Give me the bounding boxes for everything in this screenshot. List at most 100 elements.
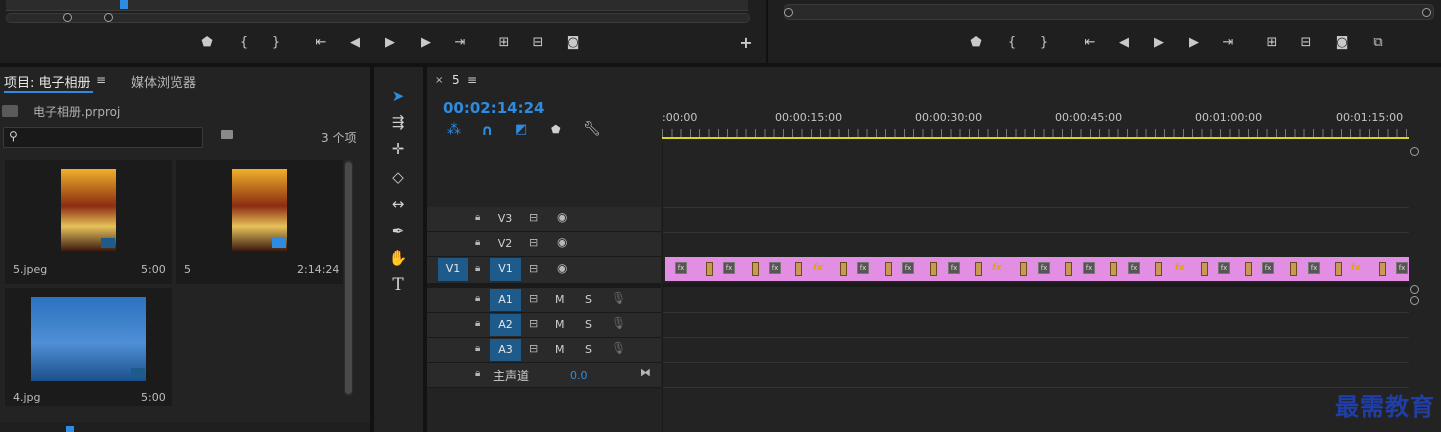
track-target-v1[interactable]: V1: [490, 258, 521, 281]
lock-icon[interactable]: 🔒︎: [475, 343, 480, 354]
lock-icon[interactable]: 🔒︎: [475, 318, 480, 329]
voiceover-mic-icon[interactable]: 🎙︎: [611, 316, 626, 330]
scrollbar-thumb[interactable]: [345, 162, 352, 394]
playhead-timecode[interactable]: 00:02:14:24: [443, 99, 545, 117]
source-playhead[interactable]: [120, 0, 128, 9]
work-area-bar[interactable]: [662, 137, 1409, 139]
selection-tool-icon[interactable]: ➤: [383, 85, 413, 107]
scroll-handle-top[interactable]: [1410, 147, 1419, 156]
transition-icon[interactable]: [1290, 262, 1297, 276]
solo-button[interactable]: S: [585, 318, 592, 331]
voiceover-mic-icon[interactable]: 🎙︎: [611, 341, 626, 355]
transition-icon[interactable]: [795, 262, 802, 276]
razor-tool-icon[interactable]: ◇: [383, 166, 413, 188]
transition-icon[interactable]: [1335, 262, 1342, 276]
program-mark-out-icon[interactable]: }: [1034, 35, 1054, 51]
sync-lock-icon[interactable]: ⊟: [529, 292, 538, 305]
sync-lock-icon[interactable]: ⊟: [529, 317, 538, 330]
extract-icon[interactable]: ⊟: [1296, 35, 1316, 51]
overwrite-icon[interactable]: ⊟: [528, 35, 548, 51]
lock-icon[interactable]: 🔒︎: [475, 237, 480, 248]
lock-icon[interactable]: 🔒︎: [475, 368, 480, 379]
program-export-frame-icon[interactable]: ◙: [1332, 35, 1352, 51]
track-header-v2[interactable]: 🔒︎ V2 ⊟ ◉: [427, 232, 661, 257]
go-to-out-icon[interactable]: ⇥: [450, 35, 470, 51]
program-scrub-bar[interactable]: [784, 4, 1434, 20]
snap-icon[interactable]: ⁂: [447, 122, 461, 138]
transition-icon[interactable]: [1379, 262, 1386, 276]
transition-icon[interactable]: [1065, 262, 1072, 276]
program-zoom-handle-left[interactable]: [784, 8, 793, 17]
insert-icon[interactable]: ⊞: [494, 35, 514, 51]
lock-icon[interactable]: 🔒︎: [475, 293, 480, 304]
sync-lock-icon[interactable]: ⊟: [529, 262, 538, 275]
solo-button[interactable]: S: [585, 293, 592, 306]
track-target-a2[interactable]: A2: [490, 314, 521, 336]
button-editor-plus-icon[interactable]: +: [736, 35, 756, 51]
timeline-menu-icon[interactable]: ≡: [467, 73, 477, 87]
track-header-a3[interactable]: 🔒︎ A3 ⊟ M S 🎙︎: [427, 338, 661, 363]
step-back-icon[interactable]: ◀: [345, 35, 365, 51]
scroll-handle-bottom[interactable]: [1410, 285, 1419, 294]
track-header-a1[interactable]: 🔒︎ A1 ⊟ M S 🎙︎: [427, 288, 661, 313]
solo-button[interactable]: S: [585, 343, 592, 356]
eye-icon[interactable]: ◉: [557, 210, 567, 224]
list-item[interactable]: 4.jpg 5:00: [5, 288, 172, 406]
source-scrub-bar[interactable]: [6, 0, 748, 11]
v1-clip-strip[interactable]: fx fx fx fx fx fx fx fx fx fx fx fx fx f…: [665, 257, 1409, 281]
pen-tool-icon[interactable]: ✒: [383, 220, 413, 242]
mute-button[interactable]: M: [555, 293, 565, 306]
sequence-tab[interactable]: 5: [452, 73, 460, 87]
type-tool-icon[interactable]: T: [383, 274, 413, 296]
lock-icon[interactable]: 🔒︎: [475, 263, 480, 274]
transition-icon[interactable]: [1245, 262, 1252, 276]
lift-icon[interactable]: ⊞: [1262, 35, 1282, 51]
export-frame-icon[interactable]: ◙: [563, 35, 583, 51]
eye-icon[interactable]: ◉: [557, 261, 567, 275]
project-scrollbar[interactable]: [344, 160, 353, 396]
time-ruler[interactable]: :00:00 00:00:15:00 00:00:30:00 00:00:45:…: [662, 107, 1409, 141]
program-step-back-icon[interactable]: ◀: [1114, 35, 1134, 51]
linked-selection-icon[interactable]: ∩: [481, 121, 493, 139]
track-header-v1[interactable]: V1 🔒︎ V1 ⊟ ◉: [427, 257, 661, 284]
transition-icon[interactable]: [930, 262, 937, 276]
sync-lock-icon[interactable]: ⊟: [529, 236, 538, 249]
track-label[interactable]: V3: [493, 212, 517, 225]
marker-icon[interactable]: ⬟: [197, 35, 217, 51]
transition-icon[interactable]: [706, 262, 713, 276]
ripple-edit-tool-icon[interactable]: ✛: [383, 138, 413, 160]
compare-view-icon[interactable]: ⧉: [1368, 35, 1388, 51]
eye-icon[interactable]: ◉: [557, 235, 567, 249]
tab-project[interactable]: 项目: 电子相册: [4, 72, 91, 91]
step-forward-icon[interactable]: ▶: [416, 35, 436, 51]
program-mark-in-icon[interactable]: {: [1002, 35, 1022, 51]
mark-in-icon[interactable]: {: [234, 35, 254, 51]
timeline-settings-wrench-icon[interactable]: 🔧︎: [583, 121, 601, 137]
transition-icon[interactable]: [1155, 262, 1162, 276]
go-to-in-icon[interactable]: ⇤: [311, 35, 331, 51]
transition-icon[interactable]: [752, 262, 759, 276]
go-to-end-icon[interactable]: ⧓: [640, 366, 651, 379]
slip-tool-icon[interactable]: ↔: [383, 193, 413, 215]
panel-menu-icon[interactable]: ≡: [96, 73, 106, 87]
voiceover-mic-icon[interactable]: 🎙︎: [611, 291, 626, 305]
sync-lock-icon[interactable]: ⊟: [529, 342, 538, 355]
track-select-tool-icon[interactable]: ⇶: [383, 111, 413, 133]
list-item[interactable]: 5 2:14:24: [176, 160, 343, 284]
hand-tool-icon[interactable]: ✋: [383, 247, 413, 269]
program-step-forward-icon[interactable]: ▶: [1184, 35, 1204, 51]
tab-media-browser[interactable]: 媒体浏览器: [131, 72, 196, 91]
master-volume-value[interactable]: 0.0: [570, 369, 588, 382]
mark-out-icon[interactable]: }: [266, 35, 286, 51]
zoom-handle-right[interactable]: [104, 13, 113, 22]
program-go-to-out-icon[interactable]: ⇥: [1218, 35, 1238, 51]
mute-button[interactable]: M: [555, 343, 565, 356]
program-zoom-handle-right[interactable]: [1422, 8, 1431, 17]
transition-icon[interactable]: [1201, 262, 1208, 276]
mute-button[interactable]: M: [555, 318, 565, 331]
track-header-v3[interactable]: 🔒︎ V3 ⊟ ◉: [427, 207, 661, 232]
transition-icon[interactable]: [1110, 262, 1117, 276]
play-icon[interactable]: ▶: [380, 35, 400, 51]
track-label[interactable]: V2: [493, 237, 517, 250]
sync-lock-icon[interactable]: ⊟: [529, 211, 538, 224]
